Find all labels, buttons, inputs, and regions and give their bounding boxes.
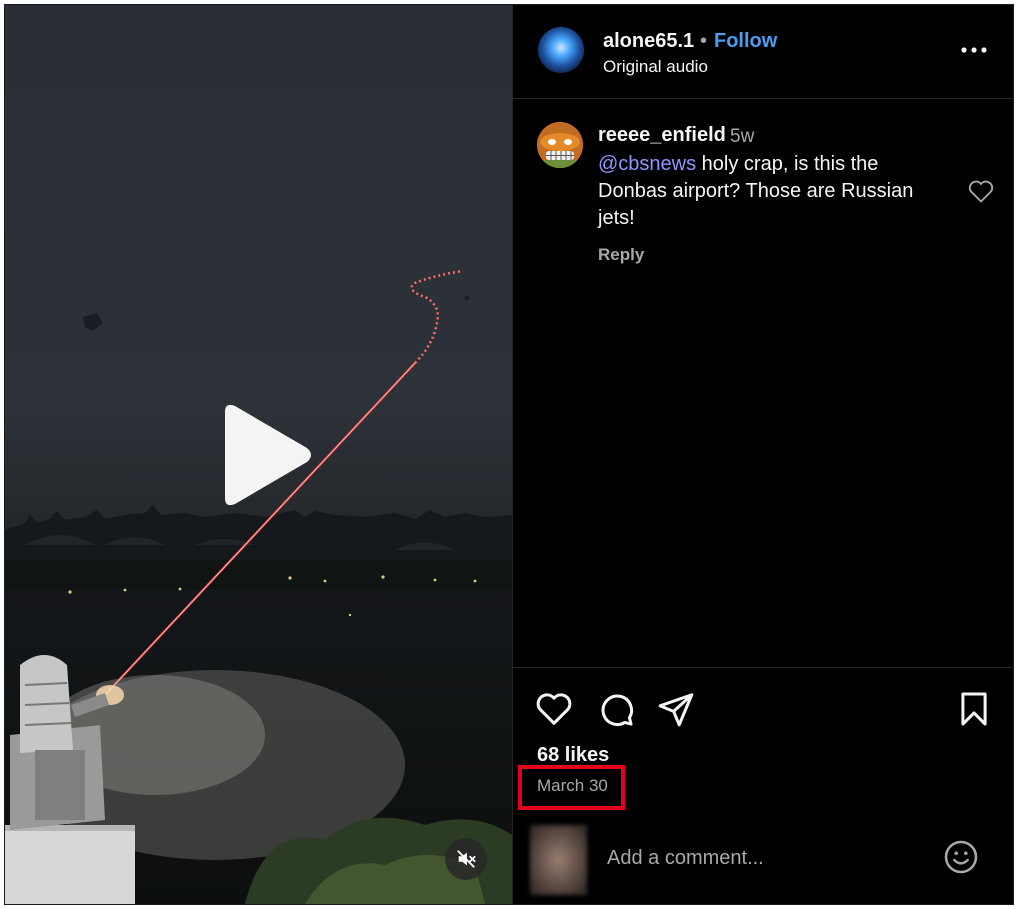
play-button[interactable]: [215, 400, 315, 510]
comment-like-button[interactable]: [967, 178, 995, 204]
comment-icon: [601, 694, 633, 726]
post-date[interactable]: March 30: [537, 776, 608, 796]
likes-count[interactable]: 68 likes: [537, 744, 609, 767]
comment-text: @cbsnews holy crap, is this the Donbas a…: [598, 151, 943, 232]
more-options-button[interactable]: [957, 35, 991, 65]
heart-icon: [968, 180, 994, 203]
video-player[interactable]: [5, 5, 512, 904]
commenter-avatar[interactable]: [537, 122, 583, 168]
audio-label[interactable]: Original audio: [603, 57, 708, 77]
commenter-username[interactable]: reeee_enfield: [598, 124, 726, 147]
emoji-button[interactable]: [943, 839, 979, 875]
heart-icon: [536, 693, 572, 725]
comment-timestamp: 5w: [730, 126, 755, 147]
mute-button[interactable]: [445, 838, 487, 880]
follow-button[interactable]: Follow: [714, 30, 777, 53]
emoji-icon: [944, 840, 978, 874]
comment-mention-link[interactable]: @cbsnews: [598, 153, 696, 175]
bookmark-icon: [961, 692, 987, 726]
comment-item: reeee_enfield 5w @cbsnews holy crap, is …: [513, 110, 1013, 270]
comment-button[interactable]: [597, 690, 635, 728]
comment-composer: [513, 823, 1013, 904]
like-button[interactable]: [535, 690, 573, 728]
post-side-panel: alone65.1 • Follow Original audio reeee_…: [512, 5, 1013, 904]
reply-button[interactable]: Reply: [598, 245, 644, 265]
author-avatar[interactable]: [538, 27, 584, 73]
save-button[interactable]: [955, 690, 993, 728]
post-modal: alone65.1 • Follow Original audio reeee_…: [4, 4, 1014, 905]
share-icon: [658, 693, 694, 727]
play-icon: [225, 404, 311, 506]
add-comment-input[interactable]: [605, 837, 929, 879]
post-actions: 68 likes March 30: [513, 667, 1013, 904]
more-icon: [961, 47, 987, 53]
mute-icon: [457, 850, 476, 868]
current-user-avatar: [530, 825, 587, 895]
share-button[interactable]: [657, 690, 695, 728]
post-header: alone65.1 • Follow Original audio: [513, 5, 1013, 99]
turtle-avatar-icon: [537, 122, 583, 168]
author-username[interactable]: alone65.1: [603, 30, 694, 53]
separator-dot: •: [700, 30, 708, 52]
